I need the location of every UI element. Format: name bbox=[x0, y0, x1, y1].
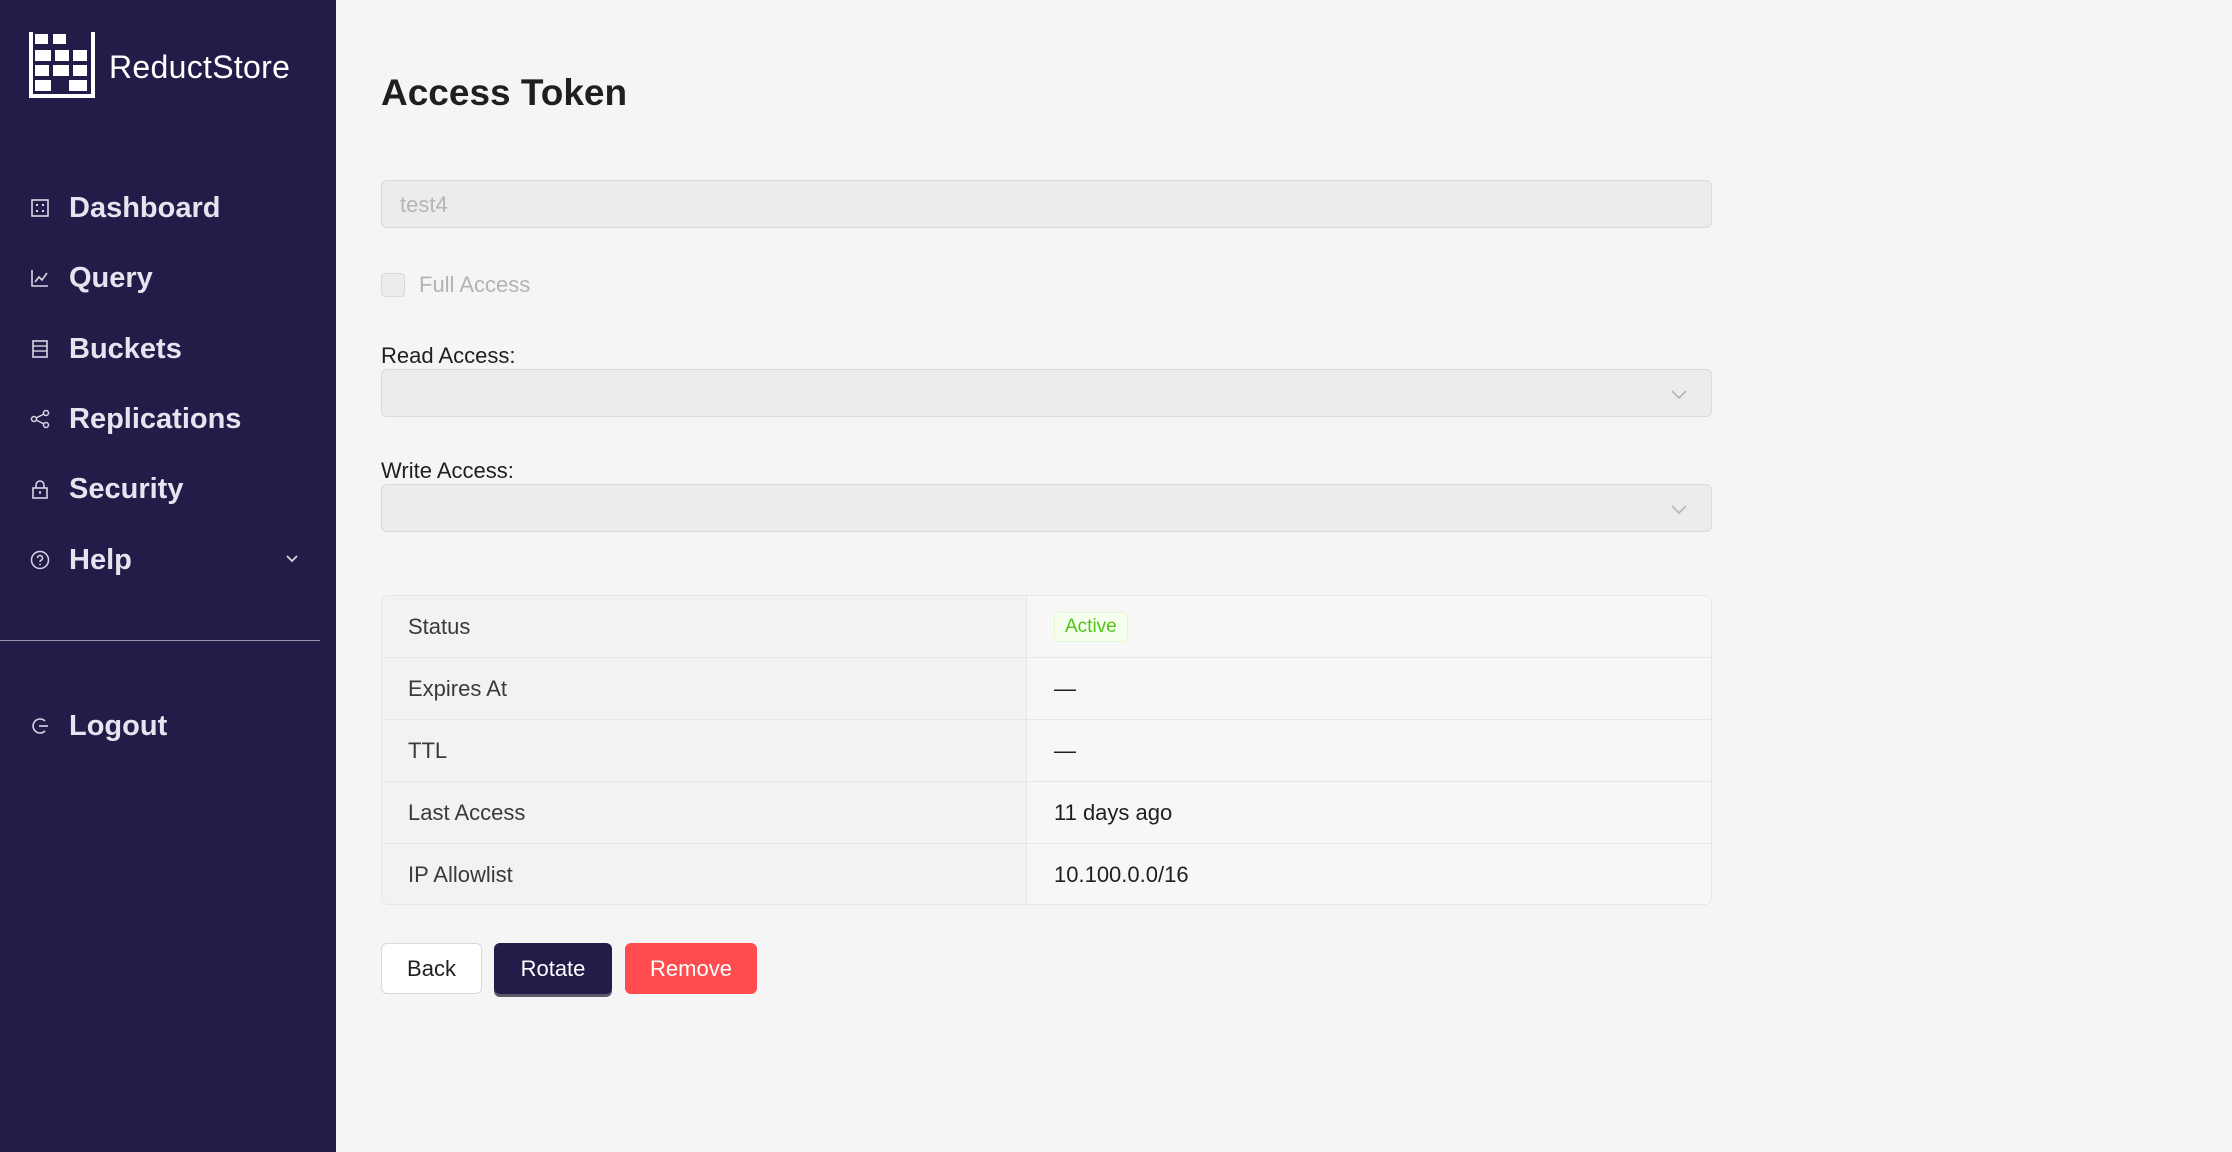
chevron-down-icon bbox=[1669, 499, 1689, 524]
status-badge: Active bbox=[1054, 611, 1128, 642]
detail-value: 10.100.0.0/16 bbox=[1027, 844, 1711, 904]
rotate-button[interactable]: Rotate bbox=[494, 943, 612, 994]
sidebar-item-help[interactable]: Help bbox=[0, 532, 320, 588]
dashboard-icon bbox=[29, 197, 51, 219]
main-content: Access Token test4 Full Access Read Acce… bbox=[336, 0, 2232, 1152]
chevron-down-icon bbox=[1669, 384, 1689, 409]
table-row: Status Active bbox=[382, 596, 1711, 658]
question-circle-icon bbox=[29, 549, 51, 571]
full-access-label: Full Access bbox=[419, 272, 531, 297]
sidebar-item-label: Buckets bbox=[69, 332, 182, 365]
detail-value: — bbox=[1027, 720, 1711, 781]
sidebar-item-security[interactable]: Security bbox=[0, 461, 320, 517]
token-name-field[interactable]: test4 bbox=[381, 180, 1712, 228]
sidebar-item-label: Dashboard bbox=[69, 191, 221, 224]
sidebar-item-label: Query bbox=[69, 261, 153, 294]
write-access-label: Write Access: bbox=[381, 458, 514, 483]
sidebar-divider bbox=[0, 640, 320, 641]
table-row: Last Access 11 days ago bbox=[382, 782, 1711, 844]
detail-key: TTL bbox=[382, 720, 1027, 781]
remove-button[interactable]: Remove bbox=[625, 943, 757, 994]
sidebar-item-label: Help bbox=[69, 543, 132, 576]
token-details-table: Status Active Expires At — TTL — Last Ac… bbox=[381, 595, 1712, 905]
sidebar-item-label: Logout bbox=[69, 709, 168, 742]
table-row: Expires At — bbox=[382, 658, 1711, 720]
detail-value: — bbox=[1027, 658, 1711, 719]
sidebar-item-logout[interactable]: Logout bbox=[0, 698, 320, 754]
table-row: IP Allowlist 10.100.0.0/16 bbox=[382, 844, 1711, 904]
sidebar-item-label: Replications bbox=[69, 402, 242, 435]
share-icon bbox=[29, 408, 51, 430]
logo[interactable]: ReductStore bbox=[27, 30, 290, 105]
token-name-value: test4 bbox=[400, 192, 448, 217]
detail-value: 11 days ago bbox=[1027, 782, 1711, 843]
sidebar-item-query[interactable]: Query bbox=[0, 250, 320, 306]
write-access-select[interactable] bbox=[381, 484, 1712, 532]
read-access-label: Read Access: bbox=[381, 343, 516, 368]
sidebar-item-label: Security bbox=[69, 472, 184, 505]
full-access-option[interactable]: Full Access bbox=[381, 272, 530, 298]
sidebar: ReductStore Dashboard Query Buckets Repl… bbox=[0, 0, 336, 1152]
sidebar-item-buckets[interactable]: Buckets bbox=[0, 321, 320, 377]
full-access-checkbox[interactable] bbox=[381, 273, 405, 297]
app-name: ReductStore bbox=[109, 49, 291, 85]
detail-key: Status bbox=[382, 596, 1027, 657]
detail-key: IP Allowlist bbox=[382, 844, 1027, 904]
table-row: TTL — bbox=[382, 720, 1711, 782]
detail-key: Expires At bbox=[382, 658, 1027, 719]
page-title: Access Token bbox=[381, 72, 628, 113]
back-button[interactable]: Back bbox=[381, 943, 482, 994]
sidebar-item-dashboard[interactable]: Dashboard bbox=[0, 180, 320, 236]
line-chart-icon bbox=[29, 267, 51, 289]
database-icon bbox=[29, 338, 51, 360]
reductstore-logo-icon bbox=[27, 30, 97, 105]
chevron-down-icon[interactable] bbox=[284, 551, 300, 572]
lock-icon bbox=[29, 478, 51, 500]
sidebar-item-replications[interactable]: Replications bbox=[0, 391, 320, 447]
detail-key: Last Access bbox=[382, 782, 1027, 843]
read-access-select[interactable] bbox=[381, 369, 1712, 417]
detail-value: Active bbox=[1027, 596, 1711, 657]
logout-icon bbox=[29, 715, 51, 737]
